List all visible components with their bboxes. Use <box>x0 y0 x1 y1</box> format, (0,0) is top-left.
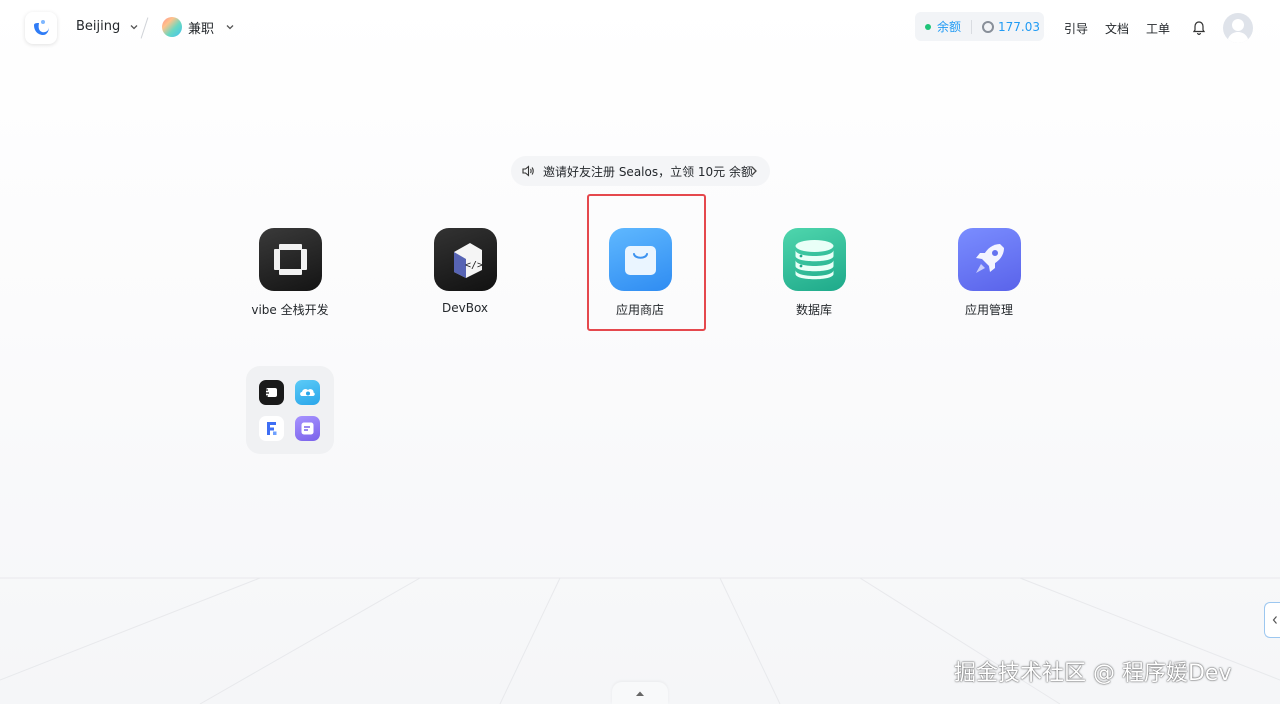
balance-label: 余额 <box>937 20 962 34</box>
app-label: 应用管理 <box>964 303 1013 317</box>
devbox-icon: </> <box>433 228 497 291</box>
balance-badge[interactable]: 余额 177.03 <box>915 12 1044 41</box>
sealos-logo-icon[interactable] <box>25 12 57 44</box>
balance-divider <box>971 19 973 34</box>
nav-docs-link[interactable]: 文档 <box>1105 20 1129 37</box>
caret-up-icon <box>636 691 644 696</box>
dock-toggle[interactable] <box>612 682 668 704</box>
bell-icon[interactable] <box>1192 20 1206 36</box>
app-label: vibe 全栈开发 <box>251 303 329 317</box>
app-vibe[interactable]: vibe 全栈开发 <box>235 228 345 318</box>
top-nav-links: 引导 文档 工单 <box>1064 20 1170 37</box>
workspace-selector[interactable]: 兼职 <box>162 17 236 37</box>
app-database[interactable]: 数据库 <box>759 228 869 318</box>
database-icon <box>782 228 846 291</box>
coin-icon <box>982 20 995 33</box>
workspace-avatar <box>162 17 182 37</box>
side-panel-toggle[interactable] <box>1264 602 1280 638</box>
nav-ticket-link[interactable]: 工单 <box>1146 20 1170 37</box>
vibe-icon <box>258 228 322 291</box>
top-bar: Beijing 兼职 余额 177.03 引导 文档 工单 <box>0 0 1280 56</box>
app-folder[interactable] <box>246 366 334 454</box>
cloud-icon <box>295 380 320 405</box>
app-label: 应用商店 <box>615 303 664 317</box>
app-store[interactable]: 应用商店 <box>585 228 695 318</box>
user-avatar[interactable] <box>1223 13 1253 43</box>
workspace-label: 兼职 <box>188 21 215 37</box>
nav-guide-link[interactable]: 引导 <box>1064 20 1088 37</box>
rocket-icon <box>957 228 1021 291</box>
speaker-icon <box>522 165 534 177</box>
invite-announcement[interactable]: 邀请好友注册 Sealos，立领 10元 余额 <box>511 156 770 186</box>
notes-icon <box>295 416 320 441</box>
chevron-down-icon <box>226 25 234 30</box>
chevron-right-icon <box>751 166 757 176</box>
form-icon <box>259 416 284 441</box>
app-devbox[interactable]: </> DevBox <box>410 228 520 315</box>
chevron-down-icon <box>130 24 138 29</box>
speed-icon <box>259 380 284 405</box>
status-dot-icon <box>925 23 931 30</box>
app-store-icon <box>608 228 672 291</box>
region-label: Beijing <box>76 19 121 34</box>
watermark-text: 掘金技术社区 @ 程序媛Dev <box>954 661 1232 686</box>
balance-amount: 177.03 <box>998 19 1041 34</box>
app-management[interactable]: 应用管理 <box>934 228 1044 318</box>
svg-text:</>: </> <box>464 260 482 271</box>
app-label: DevBox <box>441 301 489 315</box>
user-silhouette-icon <box>1227 19 1249 43</box>
app-label: 数据库 <box>795 303 832 317</box>
region-selector[interactable]: Beijing <box>76 19 140 34</box>
announcement-text: 邀请好友注册 Sealos，立领 10元 余额 <box>543 164 753 179</box>
chevron-left-icon <box>1272 616 1277 624</box>
breadcrumb-divider <box>140 17 149 39</box>
